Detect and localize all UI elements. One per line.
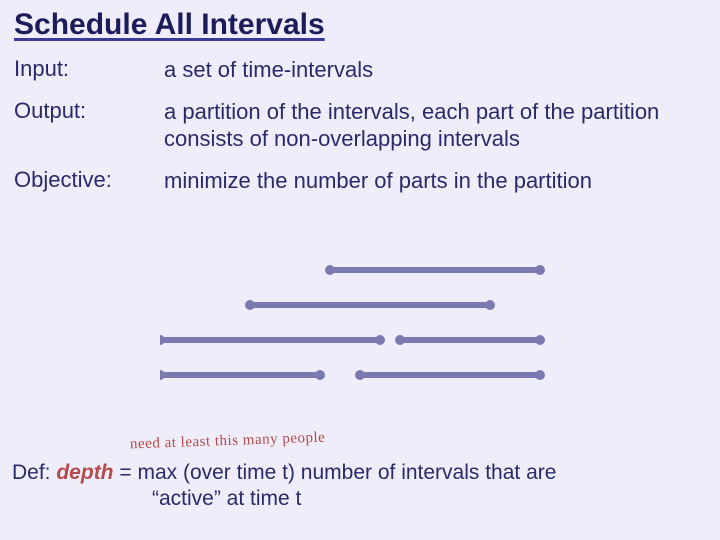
row-output: Output: a partition of the intervals, ea… xyxy=(14,98,706,153)
definition-text: Def: depth = max (over time t) number of… xyxy=(12,460,708,513)
interval-endpoint xyxy=(315,370,325,380)
def-depth-word: depth xyxy=(56,461,113,484)
input-value: a set of time-intervals xyxy=(164,56,706,84)
slide-title: Schedule All Intervals xyxy=(14,8,706,42)
row-input: Input: a set of time-intervals xyxy=(14,56,706,84)
interval-diagram xyxy=(160,260,560,420)
interval-endpoint xyxy=(535,265,545,275)
interval-endpoint xyxy=(535,370,545,380)
interval-endpoint xyxy=(325,265,335,275)
interval-endpoint xyxy=(160,335,165,345)
interval-endpoint xyxy=(485,300,495,310)
def-line1: = max (over time t) number of intervals … xyxy=(114,461,557,484)
objective-label: Objective: xyxy=(14,167,164,193)
interval-endpoint xyxy=(375,335,385,345)
interval-endpoint xyxy=(355,370,365,380)
interval-endpoint xyxy=(395,335,405,345)
def-prefix: Def: xyxy=(12,461,56,484)
row-objective: Objective: minimize the number of parts … xyxy=(14,167,706,195)
output-value: a partition of the intervals, each part … xyxy=(164,98,706,153)
output-label: Output: xyxy=(14,98,164,124)
handwritten-annotation: need at least this many people xyxy=(130,430,326,454)
objective-value: minimize the number of parts in the part… xyxy=(164,167,706,195)
interval-endpoint xyxy=(160,370,165,380)
input-label: Input: xyxy=(14,56,164,82)
interval-endpoint xyxy=(245,300,255,310)
interval-endpoint xyxy=(535,335,545,345)
def-line2: “active” at time t xyxy=(12,486,708,512)
